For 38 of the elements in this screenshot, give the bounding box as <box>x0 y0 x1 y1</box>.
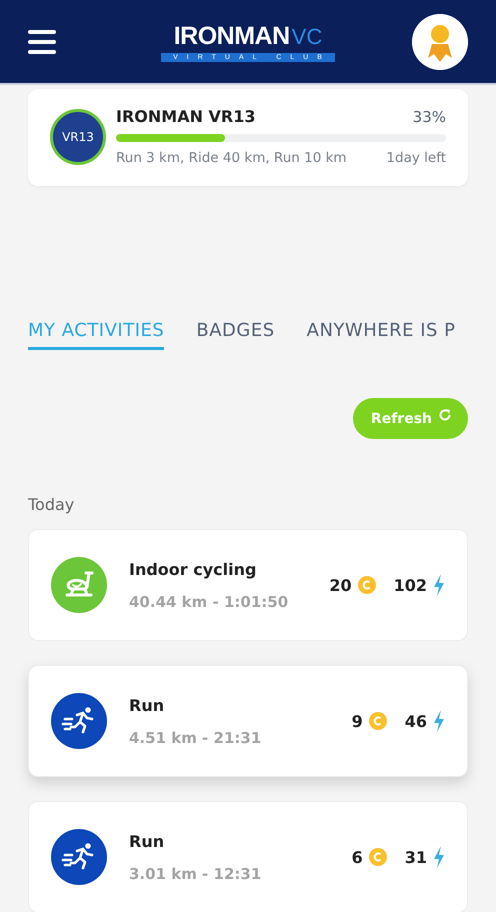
coin-icon <box>368 712 387 730</box>
logo-text: VC <box>292 24 322 50</box>
activity-card[interactable]: Run 3.01 km - 12:31 6 31 <box>28 801 468 912</box>
runner-icon <box>51 829 107 885</box>
lightning-icon <box>433 710 445 732</box>
energy-count: 46 <box>404 712 427 730</box>
challenge-card[interactable]: VR13 IRONMAN VR13 33% Run 3 km, Ride 40 km, Run 10 km 1day left <box>28 89 468 186</box>
challenge-percent: 33% <box>412 108 446 126</box>
logo-text: IRONMAN <box>174 22 290 50</box>
coin-count: 9 <box>352 712 363 730</box>
tab[interactable]: ANYWHERE IS P <box>306 320 456 350</box>
tab[interactable]: BADGES <box>196 320 275 350</box>
activity-name: Indoor cycling <box>129 560 258 578</box>
activity-card[interactable]: Run 4.51 km - 21:31 9 46 <box>28 665 468 777</box>
activity-detail: 40.44 km - 1:01:50 <box>129 592 290 610</box>
activity-detail: 4.51 km - 21:31 <box>129 728 262 746</box>
activity-name: Run <box>129 696 166 714</box>
exercise-bike-icon <box>51 557 107 613</box>
time-left: 1day left <box>386 150 446 166</box>
coin-count: 6 <box>352 848 363 866</box>
coin-count: 20 <box>329 576 352 594</box>
challenge-description: Run 3 km, Ride 40 km, Run 10 km <box>116 150 347 166</box>
energy-count: 102 <box>394 576 427 594</box>
lightning-icon <box>433 574 445 596</box>
runner-icon <box>51 693 107 749</box>
activity-detail: 3.01 km - 12:31 <box>129 864 262 882</box>
energy-count: 31 <box>404 848 427 866</box>
challenge-badge: VR13 <box>50 108 106 164</box>
challenge-title: IRONMAN VR13 <box>116 107 256 126</box>
coin-icon <box>368 848 387 866</box>
activity-name: Run <box>129 832 166 850</box>
activity-card[interactable]: Indoor cycling 40.44 km - 1:01:50 20 102 <box>28 529 468 641</box>
menu-button[interactable] <box>28 28 56 54</box>
refresh-icon <box>438 408 452 422</box>
section-label: Today <box>28 495 76 514</box>
coin-icon <box>358 576 376 594</box>
avatar-icon[interactable] <box>412 14 468 70</box>
lightning-icon <box>433 846 445 868</box>
